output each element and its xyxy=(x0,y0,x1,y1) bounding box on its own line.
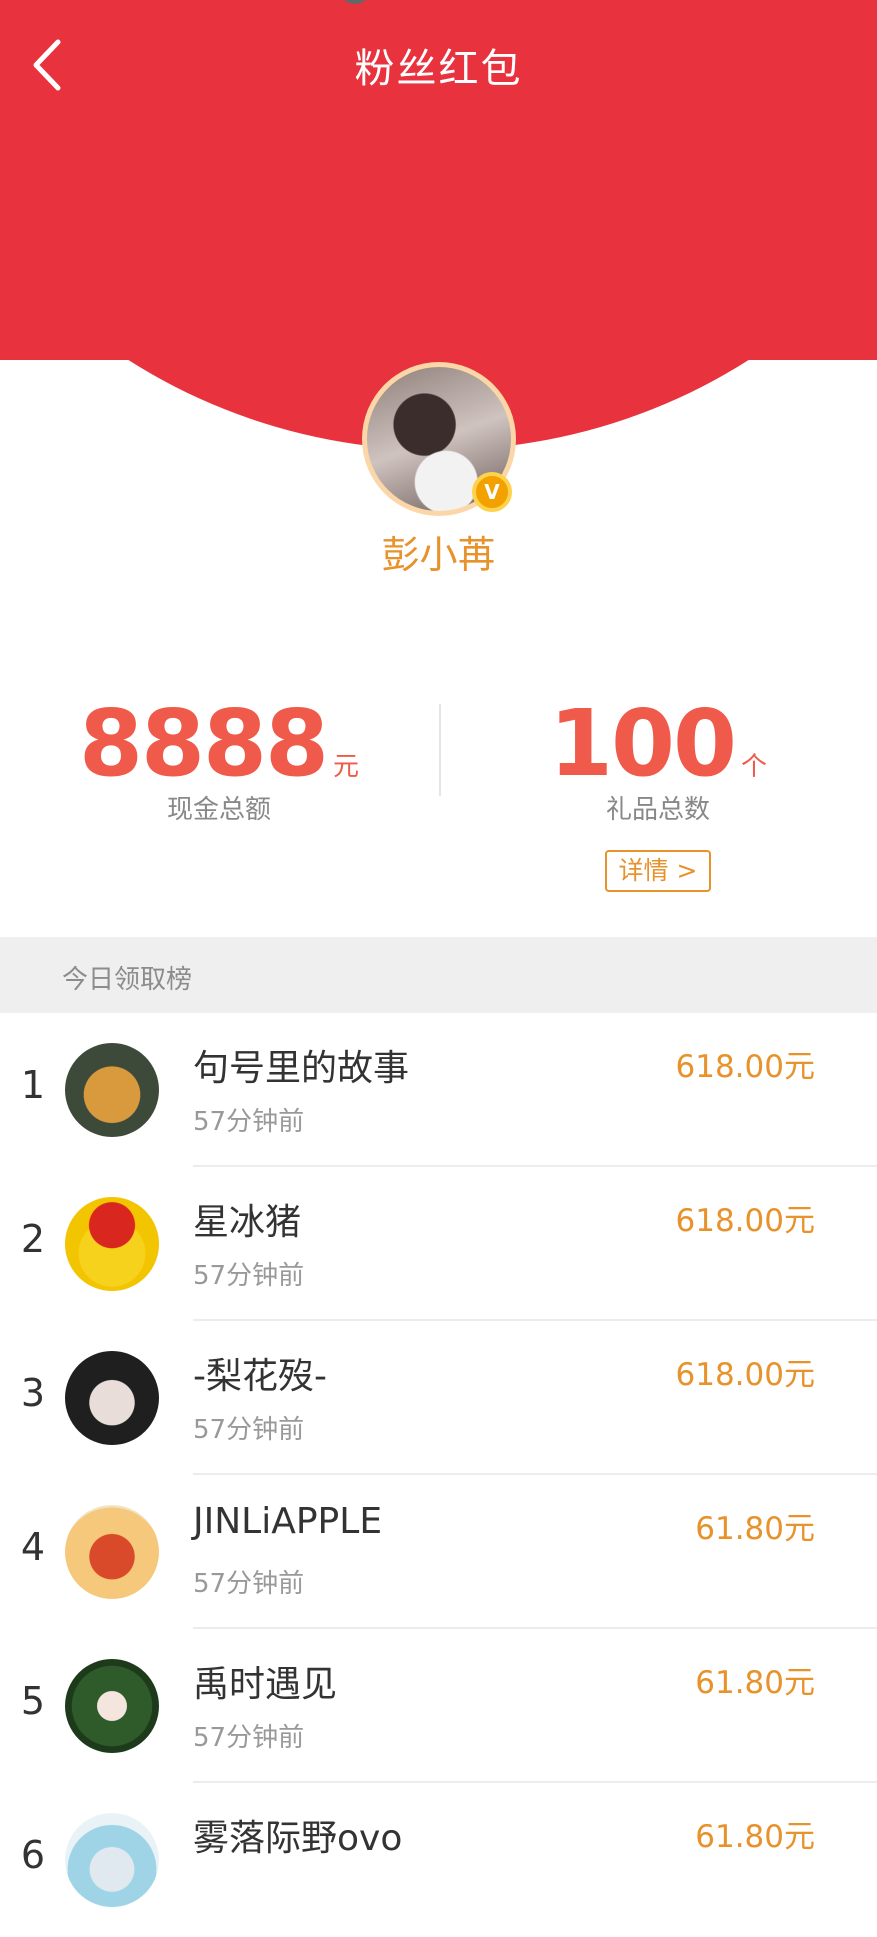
rank-number: 5 xyxy=(20,1679,46,1723)
verified-badge-icon: V xyxy=(472,472,512,512)
user-name[interactable]: 禹时遇见 xyxy=(193,1655,337,1707)
claim-amount: 618.00元 xyxy=(675,1203,815,1239)
rank-number: 3 xyxy=(20,1371,46,1415)
detail-button[interactable]: 详情 > xyxy=(605,850,711,892)
claim-time: 57分钟前 xyxy=(193,1569,305,1599)
rank-number: 1 xyxy=(20,1063,46,1107)
claim-amount: 61.80元 xyxy=(695,1511,815,1547)
rank-number: 6 xyxy=(20,1833,46,1877)
avatar[interactable] xyxy=(65,1505,159,1599)
profile-name[interactable]: 彭小苒 xyxy=(0,524,877,579)
gift-label: 礼品总数 xyxy=(605,795,710,825)
cash-stat: 8888 元 现金总额 xyxy=(0,690,438,826)
user-name[interactable]: JINLiAPPLE xyxy=(193,1501,382,1542)
leaderboard-list: 1 句号里的故事 57分钟前 618.00元 2 星冰猪 57分钟前 618.0… xyxy=(0,1013,877,1937)
list-item[interactable]: 2 星冰猪 57分钟前 618.00元 xyxy=(0,1167,877,1321)
avatar[interactable] xyxy=(65,1043,159,1137)
list-item[interactable]: 6 雾落际野ovo 61.80元 xyxy=(0,1783,877,1937)
page-title: 粉丝红包 xyxy=(354,46,523,92)
claim-amount: 61.80元 xyxy=(695,1665,815,1701)
user-name[interactable]: -梨花歿- xyxy=(193,1347,327,1399)
claim-amount: 618.00元 xyxy=(675,1357,815,1393)
cash-label: 现金总额 xyxy=(166,795,271,825)
avatar[interactable] xyxy=(65,1659,159,1753)
leaderboard-title: 今日领取榜 xyxy=(62,965,193,995)
avatar[interactable] xyxy=(65,1197,159,1291)
list-item[interactable]: 4 JINLiAPPLE 57分钟前 61.80元 xyxy=(0,1475,877,1629)
gift-value: 100 xyxy=(548,690,737,797)
claim-time: 57分钟前 xyxy=(193,1723,305,1753)
gift-unit: 个 xyxy=(741,752,768,782)
cash-unit: 元 xyxy=(333,752,360,782)
avatar[interactable] xyxy=(65,1813,159,1907)
user-name[interactable]: 句号里的故事 xyxy=(193,1039,409,1091)
claim-time: 57分钟前 xyxy=(193,1261,305,1291)
rank-number: 2 xyxy=(20,1217,46,1261)
list-item[interactable]: 3 -梨花歿- 57分钟前 618.00元 xyxy=(0,1321,877,1475)
claim-amount: 618.00元 xyxy=(675,1049,815,1085)
list-item[interactable]: 5 禹时遇见 57分钟前 61.80元 xyxy=(0,1629,877,1783)
list-item[interactable]: 1 句号里的故事 57分钟前 618.00元 xyxy=(0,1013,877,1167)
claim-amount: 61.80元 xyxy=(695,1819,815,1855)
user-name[interactable]: 星冰猪 xyxy=(193,1193,301,1245)
claim-time: 57分钟前 xyxy=(193,1415,305,1445)
avatar[interactable] xyxy=(65,1351,159,1445)
cash-value: 8888 xyxy=(78,690,329,797)
gift-stat: 100 个 礼品总数 xyxy=(439,690,877,826)
leaderboard-header: 今日领取榜 xyxy=(0,937,877,1013)
claim-time: 57分钟前 xyxy=(193,1107,305,1137)
user-name[interactable]: 雾落际野ovo xyxy=(193,1809,402,1861)
rank-number: 4 xyxy=(20,1525,46,1569)
